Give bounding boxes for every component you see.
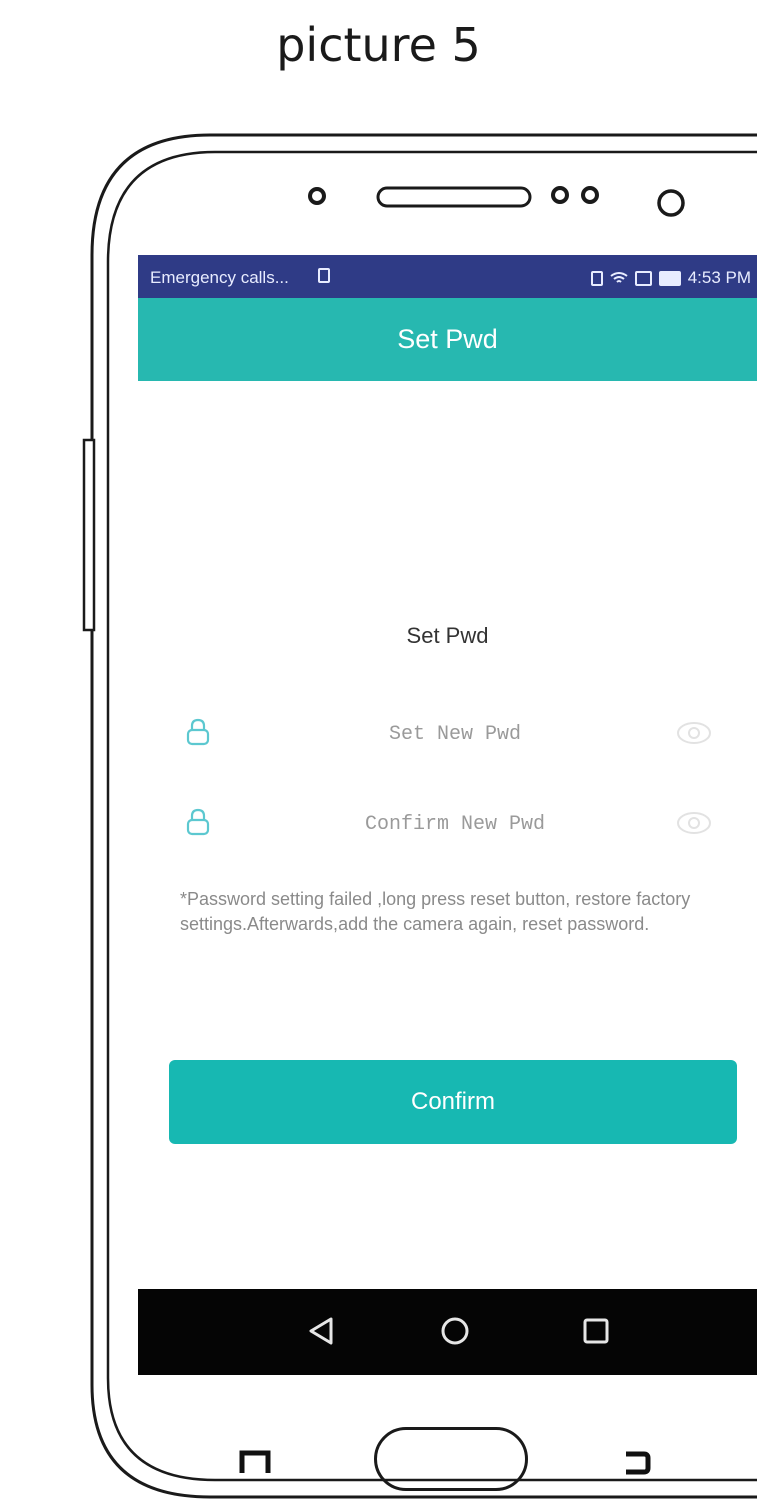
status-bar: Emergency calls... 4:53 PM (138, 255, 757, 298)
earpiece-speaker (376, 186, 532, 208)
side-volume-button (82, 438, 96, 632)
confirm-password-row (178, 800, 728, 846)
eye-icon[interactable] (676, 721, 712, 745)
vibrate-icon (590, 270, 603, 286)
sim-icon (318, 268, 330, 288)
password-hint-text: *Password setting failed ,long press res… (180, 889, 691, 934)
status-time: 4:53 PM (687, 268, 751, 287)
sensor-dot (581, 186, 599, 204)
recent-apps-icon[interactable] (576, 1311, 616, 1351)
header-title: Set Pwd (397, 324, 498, 354)
eye-icon[interactable] (676, 811, 712, 835)
hardware-home-button[interactable] (374, 1427, 528, 1491)
front-camera (657, 189, 685, 217)
new-password-row (178, 710, 728, 756)
status-icons: 4:53 PM (590, 268, 751, 288)
wifi-icon (610, 272, 628, 283)
hardware-back-key[interactable] (620, 1449, 654, 1477)
signal-icon (634, 270, 652, 286)
sensor-dot (551, 186, 569, 204)
phone-screen: Emergency calls... 4:53 PM Set Pwd Set P… (138, 255, 757, 1375)
lock-icon (186, 808, 210, 836)
hardware-recent-key[interactable] (238, 1447, 272, 1475)
proximity-sensor (308, 187, 326, 205)
battery-icon (658, 270, 681, 286)
navigation-bar (138, 1289, 757, 1375)
form-title: Set Pwd (406, 623, 489, 648)
lock-icon (186, 718, 210, 746)
app-header: Set Pwd (138, 298, 757, 381)
home-icon[interactable] (435, 1311, 475, 1351)
carrier-text: Emergency calls... (150, 268, 289, 287)
confirm-password-input[interactable] (238, 806, 672, 842)
back-icon[interactable] (301, 1311, 341, 1351)
new-password-input[interactable] (238, 716, 672, 752)
confirm-button[interactable]: Confirm (169, 1060, 737, 1144)
